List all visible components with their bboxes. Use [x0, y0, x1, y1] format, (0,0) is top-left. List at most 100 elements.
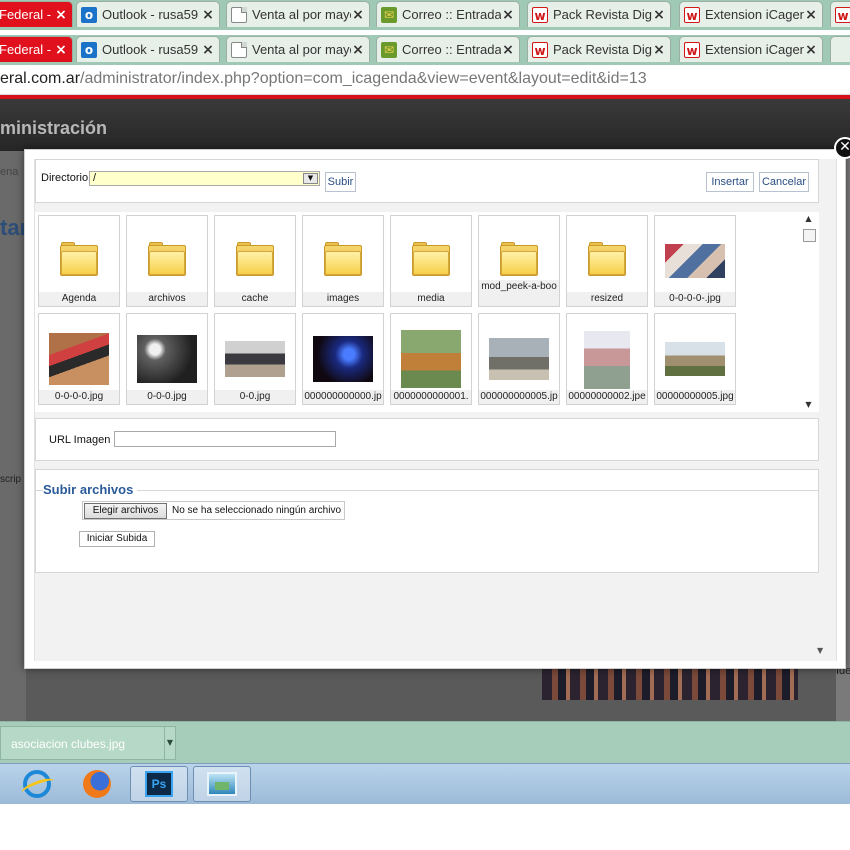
tab-correo[interactable]: ✉ Correo :: Entrada ×: [376, 1, 520, 27]
tab-overflow[interactable]: w: [830, 1, 850, 27]
download-item[interactable]: asociacion clubes.jpg: [0, 726, 166, 760]
tab-federal[interactable]: Federal - ×: [0, 36, 73, 62]
image-thumbnail: [665, 244, 725, 278]
close-icon[interactable]: ×: [54, 42, 68, 58]
image-thumbnail: [137, 335, 197, 383]
taskbar-firefox[interactable]: [68, 766, 126, 802]
close-icon[interactable]: ×: [201, 42, 215, 58]
tab-outlook[interactable]: o Outlook - rusa59 ×: [76, 36, 220, 62]
cancel-button[interactable]: Cancelar: [759, 172, 809, 192]
scroll-up-icon[interactable]: ▲: [800, 212, 817, 226]
tile-label: Agenda: [39, 292, 119, 306]
file-input[interactable]: Elegir archivos No se ha seleccionado ni…: [82, 501, 345, 520]
scroll-down-icon[interactable]: ▼: [800, 398, 817, 412]
close-icon[interactable]: ×: [652, 42, 666, 58]
folder-icon: [588, 242, 626, 276]
image-tile[interactable]: 0-0-0-0.jpg: [38, 313, 120, 405]
image-thumbnail: [313, 336, 373, 382]
directory-label: Directorio: [41, 172, 89, 184]
folder-tile[interactable]: resized: [566, 215, 648, 307]
close-icon[interactable]: ×: [804, 42, 818, 58]
tab-label: Correo :: Entrada: [402, 42, 501, 57]
close-icon[interactable]: ×: [351, 7, 365, 23]
tab-correo[interactable]: ✉ Correo :: Entrada ×: [376, 36, 520, 62]
start-upload-button[interactable]: Iniciar Subida: [79, 531, 155, 547]
url-text[interactable]: eral.com.ar/administrator/index.php?opti…: [0, 70, 647, 88]
folder-tile[interactable]: images: [302, 215, 384, 307]
taskbar-internet-explorer[interactable]: [8, 766, 66, 802]
image-tile[interactable]: 0-0-0.jpg: [126, 313, 208, 405]
tab-new[interactable]: [830, 36, 850, 62]
tile-label: 0-0-0.jpg: [127, 390, 207, 404]
taskbar-picture-viewer[interactable]: [193, 766, 251, 802]
image-tile[interactable]: 000000000000.jp: [302, 313, 384, 405]
tab-venta[interactable]: Venta al por mayo ×: [226, 36, 370, 62]
tile-label: images: [303, 292, 383, 306]
directory-value: /: [93, 172, 97, 184]
image-tile[interactable]: 0000000000001.: [390, 313, 472, 405]
download-file-name: asociacion clubes.jpg: [11, 737, 126, 751]
close-icon[interactable]: ×: [351, 42, 365, 58]
close-icon[interactable]: ×: [201, 7, 215, 23]
tile-label: 000000000005.jp: [479, 390, 559, 404]
chevron-down-icon[interactable]: ▼: [303, 173, 318, 184]
tab-strip: Federal - × o Outlook - rusa59 × Venta a…: [0, 35, 850, 65]
modal-content: Directorio / ▼ Subir Insertar Cancelar A…: [34, 159, 837, 661]
folder-icon: [412, 242, 450, 276]
w-logo-icon: w: [835, 6, 850, 23]
tab-extension-icagenda[interactable]: w Extension iCagend ×: [679, 1, 823, 27]
tab-venta[interactable]: Venta al por mayo ×: [226, 1, 370, 27]
address-bar[interactable]: eral.com.ar/administrator/index.php?opti…: [0, 65, 850, 95]
folder-tile[interactable]: Agenda: [38, 215, 120, 307]
folder-tile[interactable]: mod_peek-a-boo: [478, 215, 560, 307]
tab-label: Venta al por mayo: [252, 42, 351, 57]
insert-button[interactable]: Insertar: [706, 172, 754, 192]
tile-label: 0-0-0-0.jpg: [39, 390, 119, 404]
tab-outlook[interactable]: o Outlook - rusa59 ×: [76, 1, 220, 27]
directory-select[interactable]: / ▼: [89, 171, 320, 186]
scroll-down-icon[interactable]: ▼: [817, 646, 823, 655]
tab-label: Federal -: [0, 7, 52, 22]
folder-tile[interactable]: archivos: [126, 215, 208, 307]
tile-label: cache: [215, 292, 295, 306]
tab-label: Outlook - rusa59: [102, 42, 199, 57]
internet-explorer-icon: [23, 770, 51, 798]
close-icon[interactable]: ×: [501, 7, 515, 23]
image-tile[interactable]: 000000000005.jp: [478, 313, 560, 405]
file-browser-scrollbar[interactable]: ▲ ▼: [800, 212, 817, 412]
close-icon[interactable]: ×: [804, 7, 818, 23]
download-bar: asociacion clubes.jpg ▼: [0, 721, 850, 763]
folder-tile[interactable]: cache: [214, 215, 296, 307]
scrollbar-thumb[interactable]: [803, 229, 816, 242]
image-tile[interactable]: 00000000005.jpg: [654, 313, 736, 405]
upload-section-title: Subir archivos: [43, 482, 138, 497]
tab-pack-revista[interactable]: w Pack Revista Digit ×: [527, 1, 671, 27]
folder-icon: [148, 242, 186, 276]
close-modal-button[interactable]: ✕: [834, 137, 850, 159]
tab-pack-revista[interactable]: w Pack Revista Digit ×: [527, 36, 671, 62]
close-icon[interactable]: ×: [501, 42, 515, 58]
url-domain: eral.com.ar: [0, 70, 81, 87]
picture-viewer-icon: [207, 772, 237, 796]
tab-label: Outlook - rusa59: [102, 7, 199, 22]
close-icon[interactable]: ×: [652, 7, 666, 23]
folder-tile[interactable]: media: [390, 215, 472, 307]
image-tile[interactable]: 00000000002.jpe: [566, 313, 648, 405]
admin-header: ministración: [0, 99, 850, 151]
close-icon[interactable]: ×: [54, 7, 68, 23]
image-tile[interactable]: 0-0-0-0-.jpg: [654, 215, 736, 307]
tab-federal[interactable]: Federal - ×: [0, 1, 73, 27]
image-tile[interactable]: 0-0.jpg: [214, 313, 296, 405]
choose-files-button[interactable]: Elegir archivos: [84, 503, 167, 519]
taskbar-photoshop[interactable]: Ps: [130, 766, 188, 802]
url-image-label: URL Imagen: [49, 434, 111, 446]
image-url-row: URL Imagen: [35, 418, 819, 461]
event-image: [542, 668, 798, 700]
taskbar: Ps: [0, 763, 850, 804]
url-image-input[interactable]: [114, 431, 336, 447]
tile-label: resized: [567, 292, 647, 306]
tab-label: Extension iCagend: [705, 7, 804, 22]
chevron-down-icon[interactable]: ▼: [164, 726, 176, 760]
tab-extension-icagenda[interactable]: w Extension iCagend ×: [679, 36, 823, 62]
go-up-button[interactable]: Subir: [325, 172, 356, 192]
